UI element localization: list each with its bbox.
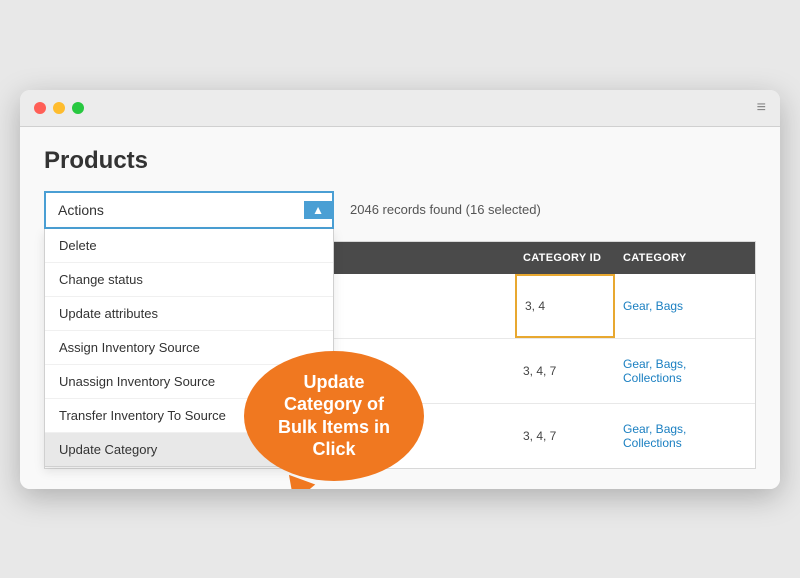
minimize-dot[interactable] bbox=[53, 102, 65, 114]
row-category-2: Gear, Bags, Collections bbox=[615, 339, 755, 403]
dropdown-item-change-status[interactable]: Change status bbox=[45, 263, 333, 297]
dropdown-arrow-icon: ▲ bbox=[304, 201, 332, 219]
records-info: 2046 records found (16 selected) bbox=[350, 202, 541, 217]
row-cat-id-1: 3, 4 bbox=[515, 274, 615, 338]
th-category-id: Category ID bbox=[515, 242, 615, 274]
dropdown-item-assign-inventory[interactable]: Assign Inventory Source bbox=[45, 331, 333, 365]
hamburger-icon: ≡ bbox=[757, 100, 766, 116]
row-category-1: Gear, Bags bbox=[615, 274, 755, 338]
dropdown-item-update-attributes[interactable]: Update attributes bbox=[45, 297, 333, 331]
title-bar: ≡ bbox=[20, 90, 780, 127]
app-window: ≡ Products Actions ▲ Delete Change statu… bbox=[20, 90, 780, 489]
dropdown-item-transfer-inventory[interactable]: Transfer Inventory To Source bbox=[45, 399, 333, 433]
maximize-dot[interactable] bbox=[72, 102, 84, 114]
dropdown-item-unassign-inventory[interactable]: Unassign Inventory Source bbox=[45, 365, 333, 399]
actions-label: Actions bbox=[58, 202, 104, 218]
dropdown-item-update-category[interactable]: Update Category bbox=[45, 433, 333, 466]
actions-button[interactable]: Actions ▲ bbox=[44, 191, 334, 229]
actions-dropdown[interactable]: Actions ▲ Delete Change status Update at… bbox=[44, 191, 334, 229]
toolbar: Actions ▲ Delete Change status Update at… bbox=[44, 191, 756, 229]
row-cat-id-2: 3, 4, 7 bbox=[515, 339, 615, 403]
dropdown-menu: Delete Change status Update attributes A… bbox=[44, 229, 334, 467]
row-category-3: Gear, Bags, Collections bbox=[615, 404, 755, 468]
dropdown-item-delete[interactable]: Delete bbox=[45, 229, 333, 263]
page-title: Products bbox=[44, 147, 756, 175]
th-category: Category bbox=[615, 242, 755, 274]
close-dot[interactable] bbox=[34, 102, 46, 114]
page-content: Products Actions ▲ Delete Change status … bbox=[20, 127, 780, 489]
row-cat-id-3: 3, 4, 7 bbox=[515, 404, 615, 468]
